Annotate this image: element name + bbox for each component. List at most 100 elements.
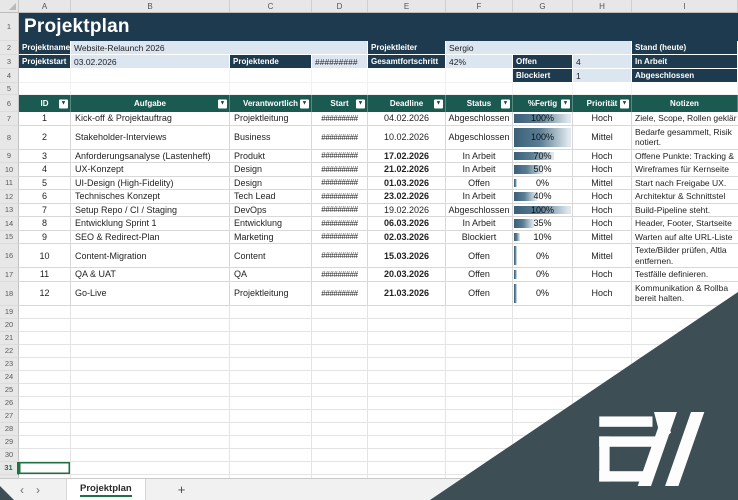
empty-cell[interactable] [71, 396, 230, 410]
empty-cell[interactable] [573, 370, 632, 384]
column-header-id[interactable]: ID ▼ [19, 95, 71, 112]
column-header-deadline[interactable]: Deadline ▼ [368, 95, 446, 112]
empty-cell[interactable] [230, 357, 312, 371]
empty-cell[interactable] [573, 461, 632, 475]
column-header-G[interactable]: G [513, 0, 573, 12]
sheet-nav-next-icon[interactable]: › [36, 480, 40, 500]
cell-aufgabe[interactable]: Setup Repo / CI / Staging [71, 203, 230, 217]
empty-cell[interactable] [312, 461, 368, 475]
empty-cell[interactable] [446, 383, 513, 397]
empty-cell[interactable] [632, 357, 738, 371]
empty-cell[interactable] [312, 318, 368, 332]
row-number[interactable]: 21 [0, 331, 19, 345]
empty-cell[interactable] [632, 318, 738, 332]
filter-dropdown-icon[interactable]: ▼ [620, 99, 629, 108]
cell-prioritaet[interactable]: Hoch [573, 163, 632, 177]
empty-cell[interactable] [573, 396, 632, 410]
empty-cell[interactable] [71, 83, 230, 95]
cell-verantwortlich[interactable]: Tech Lead [230, 190, 312, 204]
empty-cell[interactable] [312, 422, 368, 436]
row-number[interactable]: 5 [0, 83, 19, 95]
row-number[interactable]: 13 [0, 203, 19, 217]
column-header-I[interactable]: I [632, 0, 738, 12]
cell-prioritaet[interactable]: Hoch [573, 203, 632, 217]
empty-cell[interactable] [368, 370, 446, 384]
row-number[interactable]: 25 [0, 383, 19, 397]
row-number[interactable]: 22 [0, 344, 19, 358]
cell-verantwortlich[interactable]: Projektleitung [230, 281, 312, 306]
empty-cell[interactable] [19, 383, 71, 397]
cell-verantwortlich[interactable]: Business [230, 125, 312, 150]
empty-cell[interactable] [312, 305, 368, 319]
empty-cell[interactable] [368, 69, 446, 83]
empty-cell[interactable] [446, 83, 513, 95]
empty-cell[interactable] [513, 383, 573, 397]
empty-cell[interactable] [446, 370, 513, 384]
column-header-A[interactable]: A [19, 0, 71, 12]
projektname-value[interactable]: Website-Relaunch 2026 [71, 41, 368, 55]
cell-prioritaet[interactable]: Mittel [573, 125, 632, 150]
cell-status[interactable]: Offen [446, 281, 513, 306]
cell-prioritaet[interactable]: Mittel [573, 176, 632, 190]
empty-cell[interactable] [573, 383, 632, 397]
cell-id[interactable]: 10 [19, 244, 71, 268]
empty-cell[interactable] [513, 357, 573, 371]
empty-cell[interactable] [368, 448, 446, 462]
gesamtfortschritt-value[interactable]: 42% [446, 55, 513, 69]
filter-dropdown-icon[interactable]: ▼ [59, 99, 68, 108]
empty-cell[interactable] [71, 305, 230, 319]
cell-notizen[interactable]: Warten auf alte URL-Liste [632, 231, 738, 244]
empty-cell[interactable] [19, 357, 71, 371]
empty-cell[interactable] [446, 318, 513, 332]
row-number[interactable]: 15 [0, 230, 19, 244]
active-cell[interactable] [19, 461, 71, 475]
blockiert-value[interactable]: 1 [573, 69, 632, 83]
empty-cell[interactable] [573, 318, 632, 332]
row-number[interactable]: 16 [0, 244, 19, 268]
empty-cell[interactable] [71, 448, 230, 462]
empty-cell[interactable] [368, 396, 446, 410]
cell-prioritaet[interactable]: Hoch [573, 281, 632, 306]
row-number[interactable]: 11 [0, 176, 19, 190]
empty-cell[interactable] [312, 357, 368, 371]
filter-dropdown-icon[interactable]: ▼ [561, 99, 570, 108]
cell-status[interactable]: In Arbeit [446, 163, 513, 177]
cell-deadline[interactable]: 10.02.2026 [368, 125, 446, 150]
empty-cell[interactable] [312, 370, 368, 384]
cell-verantwortlich[interactable]: Produkt [230, 149, 312, 163]
cell-aufgabe[interactable]: Go-Live [71, 281, 230, 306]
empty-cell[interactable] [230, 344, 312, 358]
cell-fertig[interactable]: 40% [513, 190, 573, 204]
cell-aufgabe[interactable]: Stakeholder-Interviews [71, 125, 230, 150]
empty-cell[interactable] [632, 396, 738, 410]
filter-dropdown-icon[interactable]: ▼ [218, 99, 227, 108]
empty-cell[interactable] [573, 448, 632, 462]
cell-fertig[interactable]: 0% [513, 268, 573, 282]
empty-cell[interactable] [230, 69, 312, 83]
cell-start[interactable]: ######### [312, 268, 368, 282]
cell-notizen[interactable]: Offene Punkte: Tracking & [632, 150, 738, 163]
empty-cell[interactable] [19, 435, 71, 449]
cell-start[interactable]: ######### [312, 112, 368, 126]
cell-fertig[interactable]: 35% [513, 217, 573, 231]
empty-cell[interactable] [312, 344, 368, 358]
cell-id[interactable]: 1 [19, 112, 71, 126]
empty-cell[interactable] [513, 409, 573, 423]
cell-deadline[interactable]: 17.02.2026 [368, 149, 446, 163]
empty-cell[interactable] [632, 331, 738, 345]
row-number[interactable]: 3 [0, 55, 19, 69]
empty-cell[interactable] [368, 461, 446, 475]
cell-id[interactable]: 11 [19, 268, 71, 282]
cell-status[interactable]: Abgeschlossen [446, 203, 513, 217]
cell-aufgabe[interactable]: Entwicklung Sprint 1 [71, 217, 230, 231]
empty-cell[interactable] [230, 448, 312, 462]
cell-aufgabe[interactable]: UI-Design (High-Fidelity) [71, 176, 230, 190]
empty-cell[interactable] [632, 422, 738, 436]
cell-start[interactable]: ######### [312, 244, 368, 268]
stand-heute-label[interactable]: Stand (heute) [632, 41, 738, 55]
empty-cell[interactable] [312, 83, 368, 95]
filter-dropdown-icon[interactable]: ▼ [501, 99, 510, 108]
empty-cell[interactable] [71, 435, 230, 449]
cell-prioritaet[interactable]: Hoch [573, 268, 632, 282]
gesamtfortschritt-label[interactable]: Gesamtfortschritt [368, 55, 446, 69]
